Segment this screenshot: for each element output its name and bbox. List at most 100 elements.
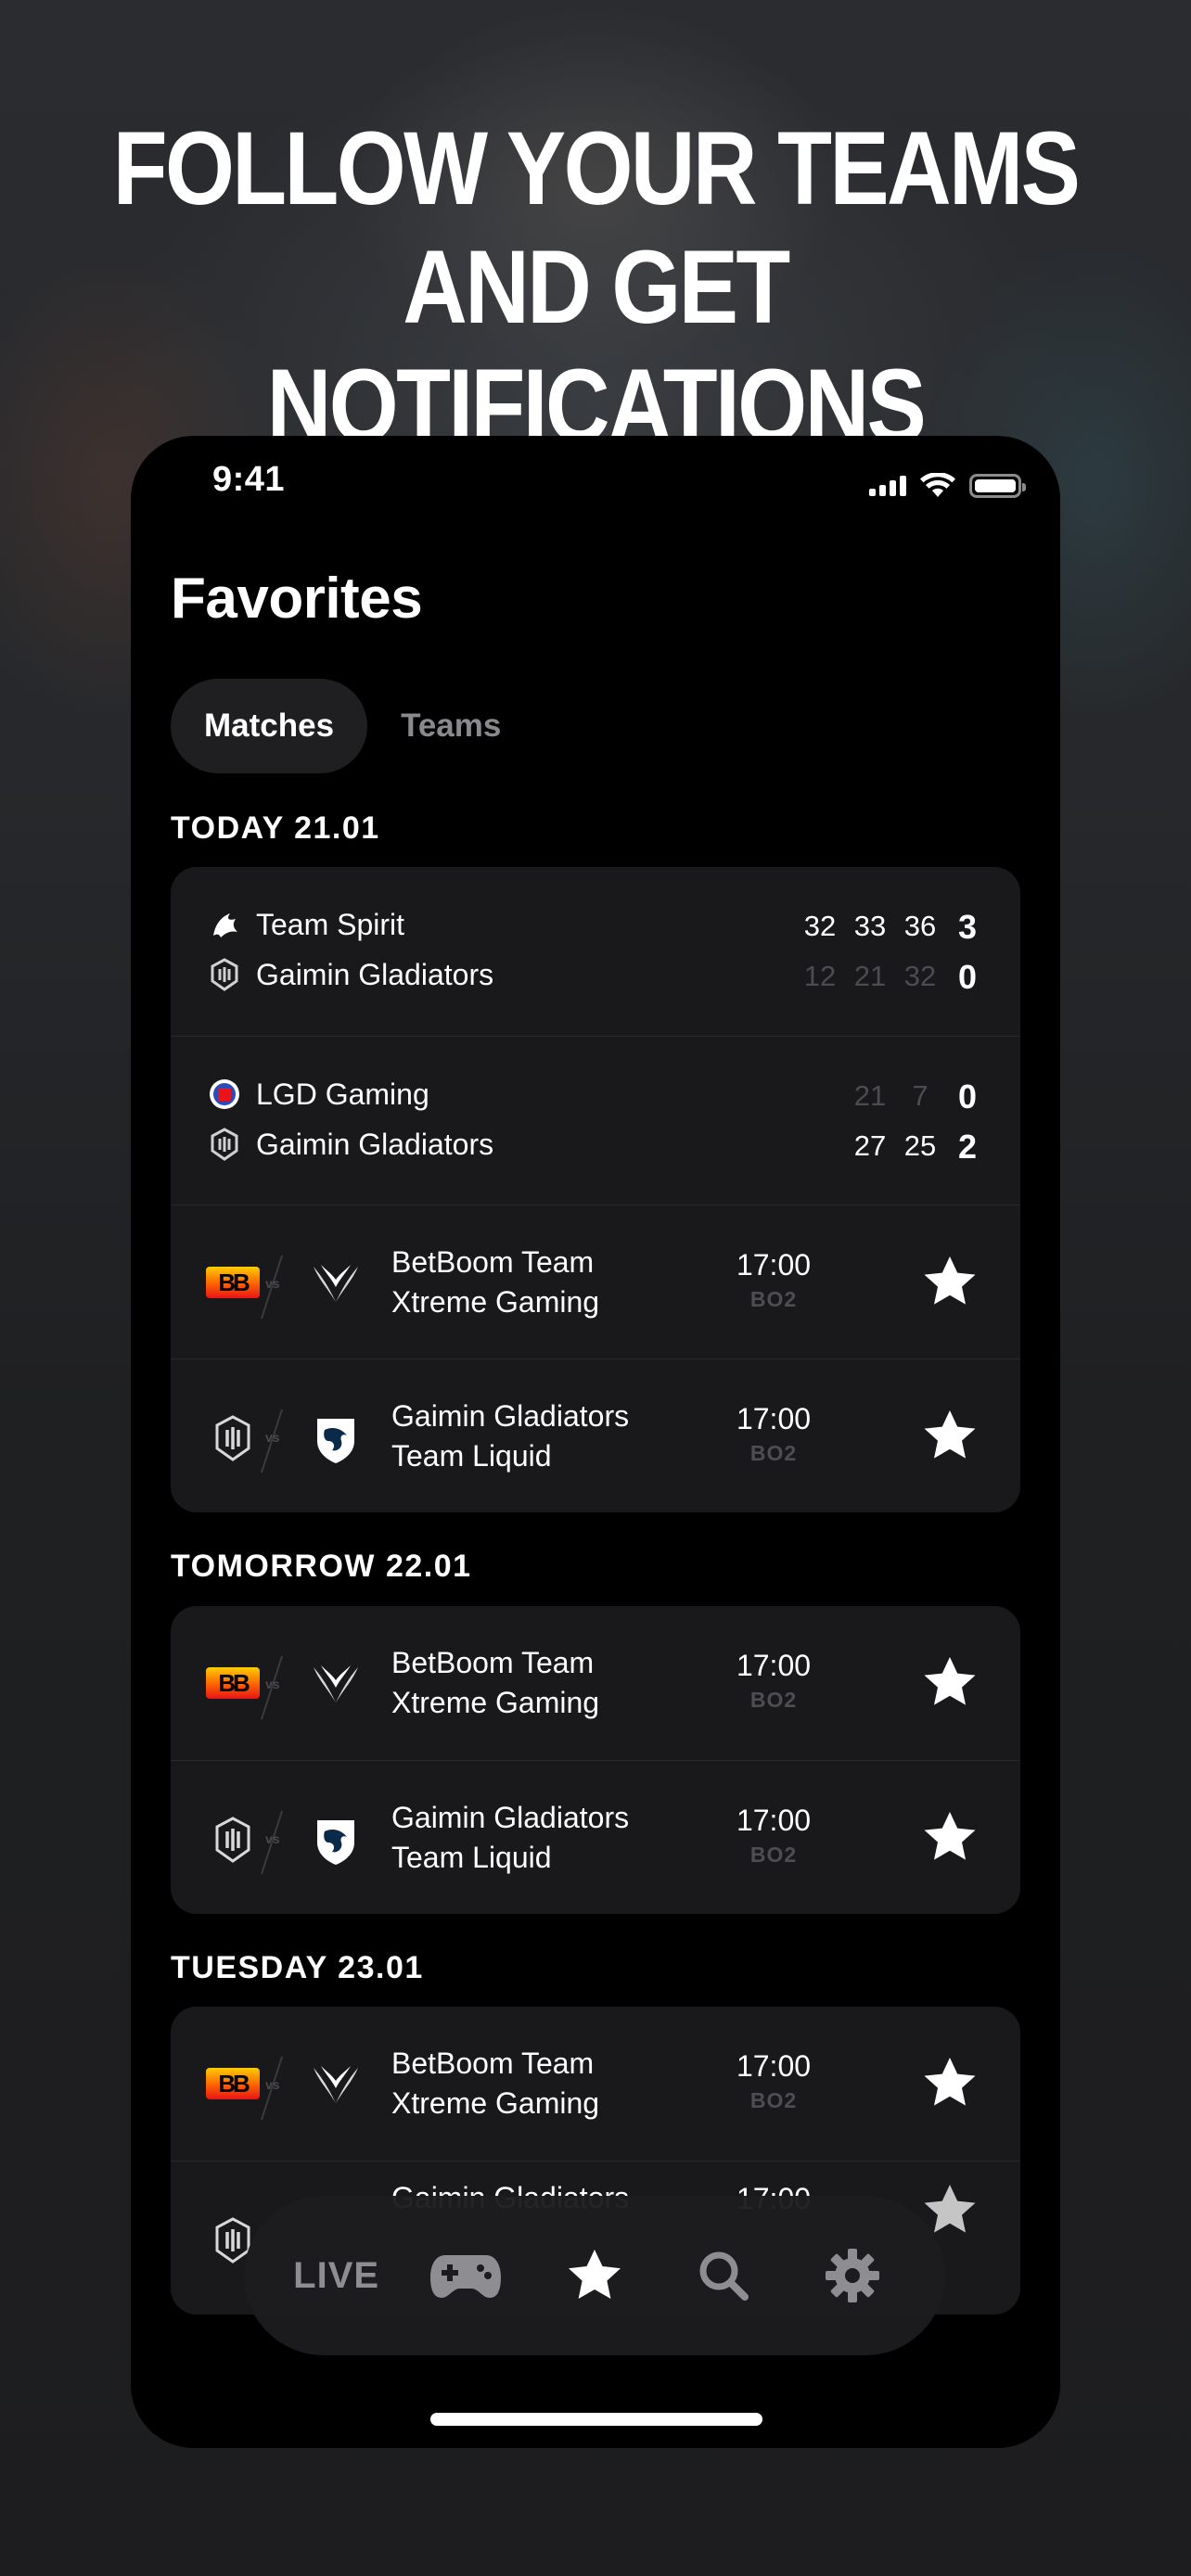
match-row[interactable]: BB vs BetBoom Team Xtreme Gaming 17:00 B…: [171, 2007, 1020, 2161]
team-name: LGD Gaming: [256, 1077, 429, 1111]
wifi-icon: [920, 473, 955, 497]
headline-line-2: AND GET NOTIFICATIONS: [266, 229, 927, 464]
team-name: Team Spirit: [256, 907, 405, 941]
status-time: 9:41: [212, 460, 286, 499]
promo-headline: FOLLOW YOUR TEAMS AND GET NOTIFICATIONS: [83, 109, 1108, 465]
match-time: 17:00 BO2: [718, 1246, 829, 1312]
match-format: BO2: [749, 1287, 798, 1311]
start-time: 17:00: [736, 1402, 812, 1435]
map-score: 7: [912, 1079, 928, 1112]
vs-label: vs: [265, 1831, 280, 1846]
segment-tabs: Matches Teams: [171, 679, 501, 773]
map-scores: 27 25: [852, 1129, 939, 1163]
home-indicator[interactable]: [430, 2413, 762, 2426]
bottom-tab-bar: LIVE: [244, 2196, 945, 2355]
match-row[interactable]: BB vs BetBoom Team Xtreme Gaming 17:00 B…: [171, 1606, 1020, 1760]
team-name: Xtreme Gaming: [391, 1686, 600, 1719]
match-row[interactable]: vs Gaimin Gladiators Team Liquid 17:00 B…: [171, 1760, 1020, 1914]
betboom-logo-icon: BB: [206, 2068, 260, 2099]
signal-icon: [869, 476, 906, 496]
match-row[interactable]: BB vs BetBoom Team Xtreme Gaming 17:00 B…: [171, 1205, 1020, 1358]
section-label-tomorrow: TOMORROW 22.01: [171, 1549, 472, 1584]
team-name: Team Liquid: [391, 1841, 552, 1874]
team-name: Gaimin Gladiators: [256, 957, 494, 991]
tab-favorites[interactable]: [544, 2225, 646, 2327]
team-name: Xtreme Gaming: [391, 2086, 600, 2120]
favorite-star-icon[interactable]: [920, 1406, 980, 1465]
match-format: BO2: [749, 1688, 798, 1712]
page-title: Favorites: [171, 567, 423, 631]
map-score: 21: [853, 1079, 887, 1112]
team-name: BetBoom Team: [391, 1245, 595, 1279]
team-liquid-logo-icon: [317, 1419, 354, 1463]
search-icon: [699, 2251, 749, 2301]
favorite-star-icon[interactable]: [920, 1807, 980, 1867]
match-format: BO2: [749, 1843, 798, 1867]
phone-screen: 9:41 Favorites Matches Teams TODAY 21.01…: [131, 436, 1060, 2448]
match-teams: BetBoom Team Xtreme Gaming: [391, 1243, 599, 1322]
team-line: Gaimin Gladiators: [208, 956, 493, 993]
lgd-gaming-logo-icon: [210, 1079, 239, 1109]
tab-settings[interactable]: [801, 2225, 903, 2327]
map-score: 12: [803, 960, 837, 992]
match-row[interactable]: Team Spirit 32 33 36 3 Gaimin Gladiators…: [171, 867, 1020, 1036]
status-icons: [869, 473, 1026, 499]
team-name: Gaimin Gladiators: [391, 1801, 630, 1834]
team-name: Team Liquid: [391, 1439, 552, 1473]
tab-search[interactable]: [672, 2225, 775, 2327]
match-format: BO2: [749, 1441, 798, 1465]
headline-line-1: FOLLOW YOUR TEAMS: [112, 110, 1081, 226]
match-card-tomorrow: BB vs BetBoom Team Xtreme Gaming 17:00 B…: [171, 1606, 1020, 1914]
map-score: 27: [853, 1129, 887, 1162]
section-label-today: TODAY 21.01: [171, 810, 380, 846]
tab-games[interactable]: [415, 2225, 517, 2327]
tab-matches[interactable]: Matches: [171, 679, 368, 773]
betboom-logo-icon: BB: [206, 1667, 260, 1699]
match-row[interactable]: LGD Gaming 21 7 0 Gaimin Gladiators 27 2…: [171, 1036, 1020, 1205]
series-score: 3: [957, 908, 978, 946]
map-score: 32: [803, 910, 837, 942]
gaimin-gladiators-logo-icon: [215, 1817, 250, 1863]
favorite-star-icon[interactable]: [920, 2053, 980, 2112]
gaimin-gladiators-logo-icon: [211, 1128, 238, 1161]
gaimin-gladiators-logo-icon: [215, 1415, 250, 1461]
team-name: Xtreme Gaming: [391, 1285, 600, 1319]
map-score: 21: [853, 960, 887, 992]
start-time: 17:00: [736, 2049, 812, 2083]
match-logos: BB vs: [206, 2051, 373, 2121]
match-teams: BetBoom Team Xtreme Gaming: [391, 1643, 599, 1723]
map-score: 33: [853, 910, 887, 942]
match-format: BO2: [749, 2088, 798, 2112]
match-time: 17:00 BO2: [718, 1647, 829, 1713]
gamepad-icon: [429, 2255, 501, 2298]
match-logos: BB vs: [206, 1651, 373, 1720]
vs-label: vs: [265, 2077, 280, 2092]
section-label-tuesday: TUESDAY 23.01: [171, 1950, 424, 1985]
star-icon: [568, 2250, 621, 2299]
match-time: 17:00 BO2: [718, 1802, 829, 1868]
series-score: 0: [957, 1078, 978, 1116]
team-name: Gaimin Gladiators: [256, 1127, 494, 1161]
team-name: BetBoom Team: [391, 1646, 595, 1679]
xtreme-gaming-logo-icon: [314, 1265, 358, 1302]
xtreme-gaming-logo-icon: [314, 1665, 358, 1702]
tab-live[interactable]: LIVE: [286, 2225, 388, 2327]
start-time: 17:00: [736, 1248, 812, 1282]
match-teams: BetBoom Team Xtreme Gaming: [391, 2044, 599, 2123]
match-row[interactable]: vs Gaimin Gladiators Team Liquid 17:00 B…: [171, 1358, 1020, 1512]
vs-label: vs: [265, 1276, 280, 1291]
favorite-star-icon[interactable]: [920, 1252, 980, 1311]
map-score: 36: [903, 910, 937, 942]
battery-icon: [969, 474, 1026, 498]
favorite-star-icon[interactable]: [920, 1652, 980, 1712]
match-card-today: Team Spirit 32 33 36 3 Gaimin Gladiators…: [171, 867, 1020, 1512]
map-scores: 12 21 32: [801, 960, 939, 993]
match-time: 17:00 BO2: [718, 2047, 829, 2113]
tab-teams[interactable]: Teams: [401, 679, 501, 773]
team-line: LGD Gaming: [208, 1076, 429, 1113]
match-logos: vs: [206, 1404, 373, 1473]
vs-label: vs: [265, 1430, 280, 1445]
match-teams: Gaimin Gladiators Team Liquid: [391, 1798, 629, 1878]
xtreme-gaming-logo-icon: [314, 2066, 358, 2103]
live-label: LIVE: [293, 2254, 380, 2296]
